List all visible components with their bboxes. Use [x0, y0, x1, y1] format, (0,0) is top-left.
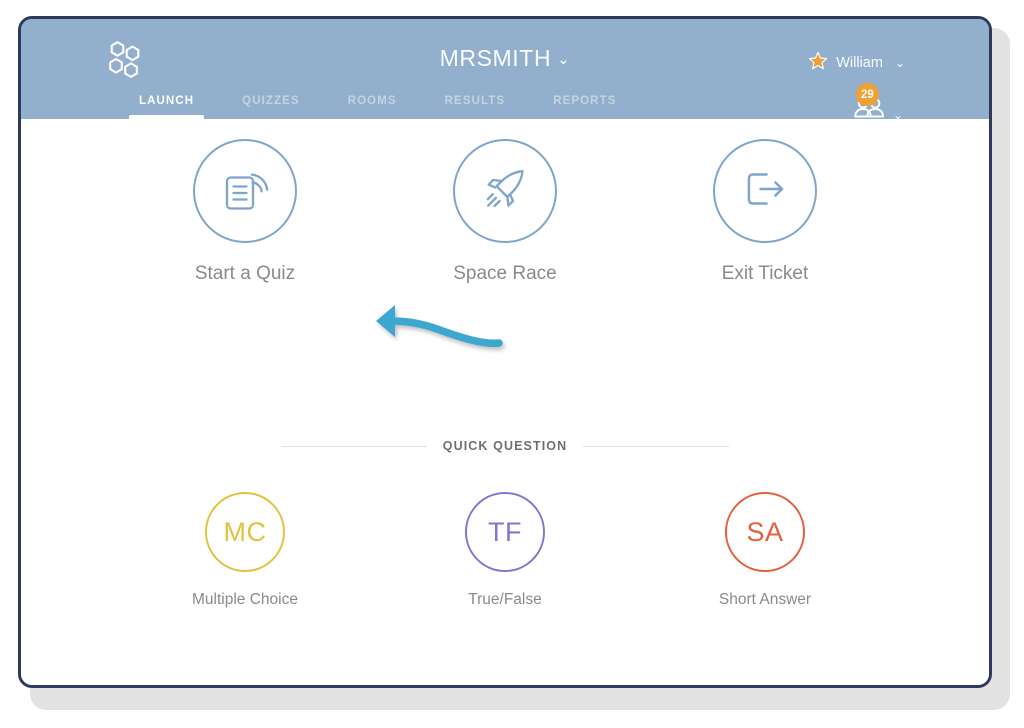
page-root: MRSMITH ⌄ William ⌄ 29 ⌄ LAUNCH QUIZZES … [0, 0, 1024, 728]
chevron-down-icon: ⌄ [894, 56, 905, 70]
true-false-circle: TF [465, 492, 545, 572]
space-race-circle [453, 139, 557, 243]
user-menu[interactable]: William ⌄ [808, 51, 905, 75]
nav-tabs: LAUNCH QUIZZES ROOMS RESULTS REPORTS [21, 81, 664, 119]
exit-door-arrow-icon [737, 161, 793, 222]
exit-ticket-circle [713, 139, 817, 243]
app-header: MRSMITH ⌄ William ⌄ 29 ⌄ LAUNCH QUIZZES … [21, 19, 989, 122]
quick-question-title: QUICK QUESTION [442, 439, 568, 453]
rocket-icon [477, 161, 533, 222]
action-label: Space Race [453, 263, 557, 284]
page-title-text: MRSMITH [439, 45, 552, 71]
action-multiple-choice[interactable]: MC Multiple Choice [156, 492, 334, 609]
action-exit-ticket[interactable]: Exit Ticket [691, 139, 839, 285]
roster-count-badge: 29 [855, 83, 879, 106]
quick-question-label: Short Answer [718, 591, 812, 608]
tab-rooms[interactable]: ROOMS [348, 95, 397, 119]
user-name: William [836, 55, 883, 71]
action-label: Exit Ticket [721, 263, 809, 284]
action-start-a-quiz[interactable]: Start a Quiz [171, 139, 319, 285]
document-broadcast-icon [217, 161, 273, 222]
quick-question-row: MC Multiple Choice TF True/False SA Shor… [21, 492, 989, 609]
quick-question-divider: QUICK QUESTION [281, 439, 729, 453]
divider-rule-left [281, 445, 427, 447]
main-content: Start a Quiz Space Race Exit Ticket QUIC… [21, 119, 989, 685]
action-label: Start a Quiz [194, 263, 296, 284]
star-icon [808, 51, 828, 75]
action-short-answer[interactable]: SA Short Answer [676, 492, 854, 609]
start-a-quiz-circle [193, 139, 297, 243]
short-answer-abbr: SA [746, 516, 784, 547]
divider-rule-right [583, 445, 729, 447]
multiple-choice-abbr: MC [223, 516, 267, 547]
true-false-abbr: TF [488, 516, 522, 547]
quick-question-label: Multiple Choice [192, 591, 298, 608]
action-space-race[interactable]: Space Race [431, 139, 579, 285]
tab-reports[interactable]: REPORTS [553, 95, 616, 119]
action-true-false[interactable]: TF True/False [416, 492, 594, 609]
tab-results[interactable]: RESULTS [445, 95, 506, 119]
short-answer-circle: SA [725, 492, 805, 572]
quick-question-label: True/False [468, 591, 542, 608]
app-window: MRSMITH ⌄ William ⌄ 29 ⌄ LAUNCH QUIZZES … [18, 16, 992, 688]
primary-actions-row: Start a Quiz Space Race Exit Ticket [21, 139, 989, 285]
tab-launch[interactable]: LAUNCH [128, 95, 205, 119]
multiple-choice-circle: MC [205, 492, 285, 572]
tab-quizzes[interactable]: QUIZZES [242, 95, 300, 119]
chevron-down-icon: ⌄ [557, 51, 571, 68]
